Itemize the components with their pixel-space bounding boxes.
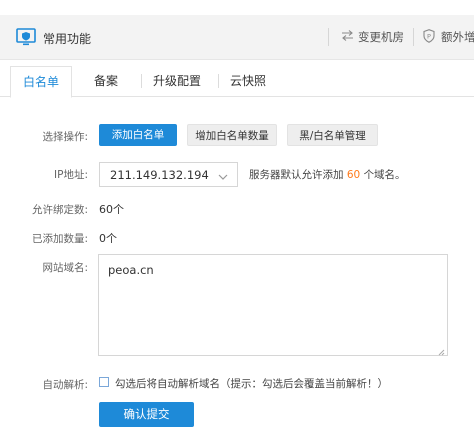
switch-room-button[interactable]: 变更机房	[341, 28, 404, 46]
ip-note-number: 60	[346, 169, 361, 181]
ip-select[interactable]: 211.149.132.194	[99, 162, 238, 187]
tab-whitelist[interactable]: 白名单	[10, 66, 72, 98]
switch-room-label: 变更机房	[358, 30, 404, 44]
auto-resolve-label: 自动解析:	[42, 379, 88, 391]
shield-p-icon: P	[423, 28, 441, 46]
domain-label: 网站域名:	[42, 262, 88, 274]
increase-whitelist-button[interactable]: 增加白名单数量	[187, 124, 277, 146]
ip-note-prefix: 服务器默认允许添加	[249, 169, 344, 181]
swap-arrows-icon	[341, 30, 358, 44]
top-bar: 常用功能 变更机房 P 额外增	[0, 15, 474, 60]
ip-label: IP地址:	[54, 169, 88, 181]
topbar-divider	[328, 28, 329, 46]
tab-bar: 白名单 备案 升级配置 云快照	[0, 66, 474, 98]
tab-label: 升级配置	[152, 74, 201, 88]
allowed-value: 60个	[99, 203, 124, 216]
topbar-divider	[413, 28, 414, 46]
tab-divider	[218, 74, 219, 88]
ip-note: 服务器默认允许添加 60 个域名。	[249, 167, 406, 182]
domain-text: peoa.cn	[108, 263, 154, 277]
extra-label: 额外增	[441, 30, 474, 44]
tab-label: 备案	[93, 74, 118, 88]
domain-textarea[interactable]: peoa.cn	[98, 254, 448, 356]
resize-grip-icon[interactable]	[438, 346, 445, 356]
submit-button[interactable]: 确认提交	[99, 402, 194, 427]
tab-snapshot[interactable]: 云快照	[222, 66, 274, 96]
manage-list-button[interactable]: 黑/白名单管理	[287, 124, 378, 146]
ip-select-value: 211.149.132.194	[110, 168, 209, 182]
tab-label: 云快照	[229, 74, 266, 88]
added-label: 已添加数量:	[31, 233, 88, 245]
tab-upgrade[interactable]: 升级配置	[146, 66, 208, 96]
operation-label: 选择操作:	[42, 131, 88, 143]
svg-text:P: P	[427, 32, 431, 40]
added-value: 0个	[99, 232, 117, 245]
allowed-label: 允许绑定数:	[31, 204, 88, 216]
extra-button[interactable]: P 额外增	[423, 28, 474, 46]
add-whitelist-button[interactable]: 添加白名单	[99, 124, 177, 146]
auto-resolve-checkbox[interactable]	[99, 377, 109, 387]
page-title: 常用功能	[43, 32, 92, 46]
tab-record[interactable]: 备案	[80, 66, 132, 96]
chevron-down-icon	[218, 171, 228, 180]
ip-note-suffix: 个域名。	[363, 169, 406, 181]
tab-divider	[141, 74, 142, 88]
auto-resolve-text[interactable]: 勾选后将自动解析域名（提示：勾选后会覆盖当前解析！）	[115, 376, 388, 391]
tab-label: 白名单	[22, 75, 59, 89]
monitor-shield-icon	[16, 27, 36, 47]
